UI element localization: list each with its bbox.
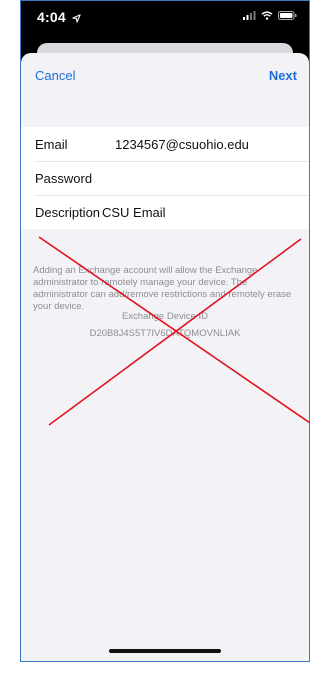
password-label: Password: [35, 170, 93, 186]
password-field[interactable]: [115, 170, 295, 186]
password-row[interactable]: Password: [21, 161, 309, 195]
email-label: Email: [35, 136, 68, 152]
location-arrow-icon: [72, 14, 81, 23]
email-field[interactable]: [115, 136, 295, 152]
home-indicator[interactable]: [109, 649, 221, 653]
next-button[interactable]: Next: [269, 68, 297, 83]
description-label: Description: [35, 204, 101, 220]
device-id-label: Exchange Device ID: [121, 311, 209, 322]
device-id-value: D20B8J4S5T7IV6DATQMOVNLIAK: [89, 328, 241, 339]
description-row[interactable]: Description: [21, 195, 309, 229]
phone-screen: 4:04 Cancel Next Email 1234567@csuohio.e…: [20, 0, 310, 662]
email-row[interactable]: Email: [21, 127, 309, 161]
cancel-button[interactable]: Cancel: [35, 68, 75, 83]
description-field[interactable]: [102, 204, 282, 220]
status-bar: 4:04: [21, 1, 309, 33]
navigation-bar: Cancel Next: [21, 53, 309, 101]
wifi-icon: [261, 11, 273, 20]
exchange-notice: Adding an Exchange account will allow th…: [33, 265, 292, 312]
account-form: Email Password Description: [21, 127, 309, 229]
cellular-signal-icon: [243, 11, 256, 20]
status-time: 4:04: [37, 9, 81, 25]
status-icons: [243, 11, 297, 20]
battery-icon: [278, 11, 297, 20]
add-account-sheet: Cancel Next Email Password Description A…: [21, 53, 309, 661]
